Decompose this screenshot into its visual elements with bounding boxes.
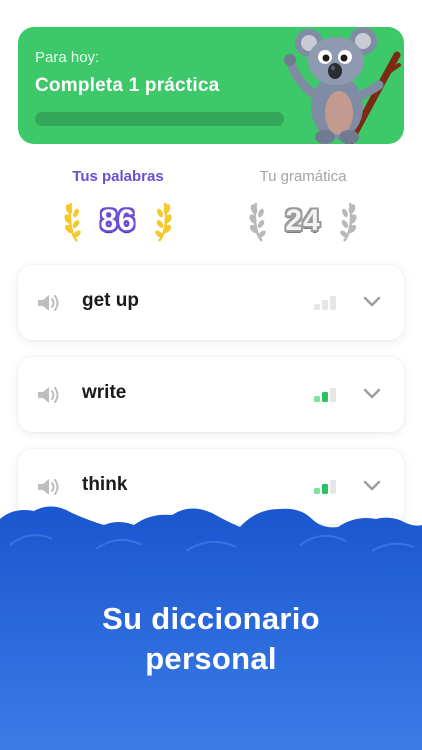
- speaker-icon[interactable]: [36, 476, 62, 498]
- grammar-counter-badge: 24: [248, 199, 358, 243]
- level-bar: [322, 392, 328, 402]
- daily-goal-caption: Para hoy:: [35, 49, 100, 66]
- daily-goal-card[interactable]: Para hoy: Completa 1 práctica: [18, 27, 404, 144]
- speaker-icon[interactable]: [36, 292, 62, 314]
- koala-mascot-illustration: [284, 27, 401, 144]
- laurel-left-icon: [64, 202, 81, 242]
- word-text: think: [82, 474, 128, 495]
- promo-title: Su diccionario personal: [0, 599, 422, 679]
- chevron-down-icon[interactable]: [362, 295, 382, 309]
- grammar-counter-label: Tu gramática: [259, 168, 347, 185]
- word-card[interactable]: get up: [18, 265, 404, 340]
- level-bar: [322, 300, 328, 310]
- level-bar: [314, 396, 320, 402]
- promo-banner: Su diccionario personal: [0, 505, 422, 750]
- word-level-indicator: [314, 294, 340, 310]
- level-bar: [314, 304, 320, 310]
- promo-title-line-2: personal: [145, 641, 277, 676]
- word-level-indicator: [314, 386, 340, 402]
- words-counter[interactable]: Tus palabras 86: [38, 168, 198, 243]
- daily-goal-progress-bar: [35, 112, 284, 126]
- promo-title-line-1: Su diccionario: [102, 601, 320, 636]
- daily-goal-title: Completa 1 práctica: [35, 75, 220, 96]
- level-bar: [330, 296, 336, 310]
- grammar-count-value: 24: [285, 204, 321, 237]
- level-bar: [330, 388, 336, 402]
- grammar-counter[interactable]: Tu gramática 24: [223, 168, 383, 243]
- words-count-value: 86: [100, 204, 136, 237]
- word-text: write: [82, 382, 127, 403]
- word-card[interactable]: write: [18, 357, 404, 432]
- chevron-down-icon[interactable]: [362, 387, 382, 401]
- level-bar: [322, 484, 328, 494]
- laurel-right-icon: [340, 202, 357, 242]
- level-bar: [314, 488, 320, 494]
- level-bar: [330, 480, 336, 494]
- laurel-right-icon: [155, 202, 172, 242]
- laurel-left-icon: [249, 202, 266, 242]
- words-counter-label: Tus palabras: [72, 168, 164, 185]
- words-counter-badge: 86: [63, 199, 173, 243]
- word-text: get up: [82, 290, 139, 311]
- chevron-down-icon[interactable]: [362, 479, 382, 493]
- word-level-indicator: [314, 478, 340, 494]
- speaker-icon[interactable]: [36, 384, 62, 406]
